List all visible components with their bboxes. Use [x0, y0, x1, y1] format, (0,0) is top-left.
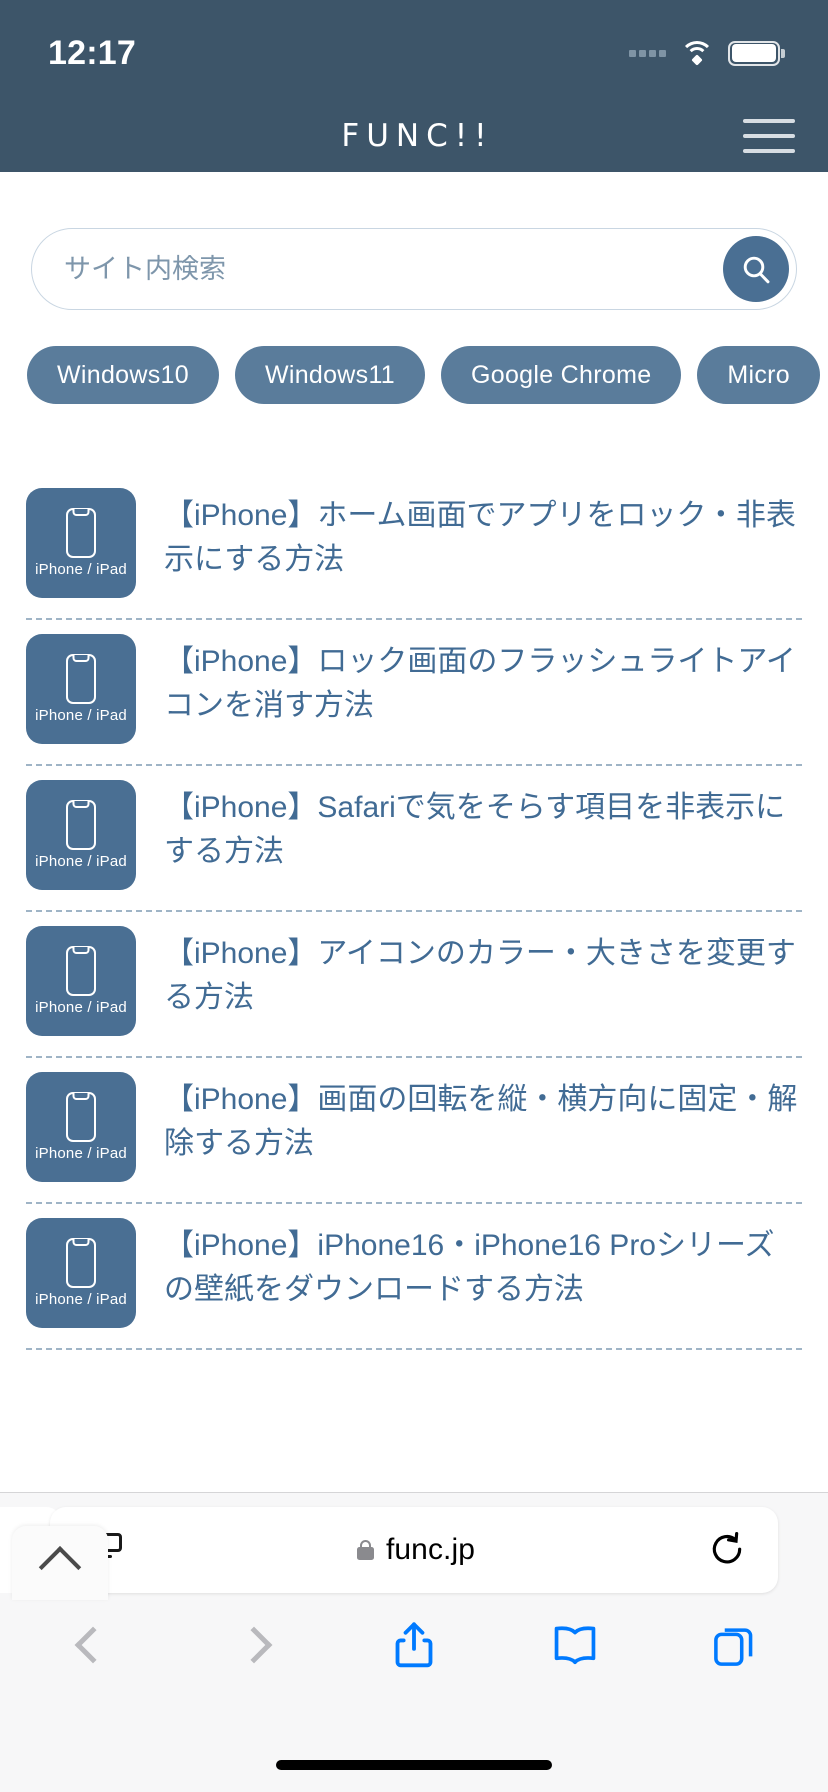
- article-list-item[interactable]: iPhone / iPad 【iPhone】画面の回転を縦・横方向に固定・解除す…: [26, 1058, 802, 1204]
- safari-toolbar: [0, 1585, 828, 1705]
- iphone-icon: [66, 800, 96, 850]
- iphone-icon: [66, 1092, 96, 1142]
- article-thumbnail: iPhone / iPad: [26, 1072, 136, 1182]
- site-logo[interactable]: FUNC!!: [334, 118, 493, 154]
- article-title[interactable]: 【iPhone】アイコンのカラー・大きさを変更する方法: [164, 926, 802, 1021]
- page-content: Windows10 Windows11 Google Chrome Micro …: [0, 172, 828, 1350]
- share-button[interactable]: [379, 1610, 449, 1680]
- status-bar-time: 12:17: [48, 33, 136, 72]
- article-category-label: iPhone / iPad: [35, 1145, 127, 1162]
- site-header: FUNC!!: [0, 100, 828, 172]
- tag-chip-microsoft[interactable]: Micro: [697, 346, 821, 404]
- tabs-icon: [714, 1628, 753, 1666]
- battery-icon: [728, 40, 785, 66]
- article-category-label: iPhone / iPad: [35, 707, 127, 724]
- tag-chip-google-chrome[interactable]: Google Chrome: [441, 346, 682, 404]
- article-list-item[interactable]: iPhone / iPad 【iPhone】iPhone16・iPhone16 …: [26, 1204, 802, 1350]
- article-category-label: iPhone / iPad: [35, 999, 127, 1016]
- article-thumbnail: iPhone / iPad: [26, 926, 136, 1036]
- article-list-item[interactable]: iPhone / iPad 【iPhone】Safariで気をそらす項目を非表示…: [26, 766, 802, 912]
- scroll-to-top-button[interactable]: [12, 1526, 108, 1600]
- wifi-icon: [680, 40, 714, 66]
- chevron-left-icon: [74, 1626, 112, 1664]
- chevron-right-icon: [235, 1626, 272, 1664]
- article-list-item[interactable]: iPhone / iPad 【iPhone】アイコンのカラー・大きさを変更する方…: [26, 912, 802, 1058]
- search-box: [31, 228, 797, 310]
- iphone-icon: [66, 654, 96, 704]
- article-category-label: iPhone / iPad: [35, 1291, 127, 1308]
- home-indicator: [276, 1760, 552, 1770]
- article-title[interactable]: 【iPhone】画面の回転を縦・横方向に固定・解除する方法: [164, 1072, 802, 1167]
- tag-chip-list[interactable]: Windows10 Windows11 Google Chrome Micro: [0, 310, 828, 404]
- url-display: func.jp: [356, 1533, 476, 1567]
- article-title[interactable]: 【iPhone】ロック画面のフラッシュライトアイコンを消す方法: [164, 634, 802, 729]
- search-icon: [743, 256, 770, 284]
- back-button[interactable]: [58, 1610, 128, 1680]
- status-bar: 12:17: [0, 0, 828, 100]
- article-category-label: iPhone / iPad: [35, 853, 127, 870]
- share-icon: [395, 1622, 433, 1668]
- signal-dots-icon: [629, 49, 666, 57]
- forward-button[interactable]: [219, 1610, 289, 1680]
- article-thumbnail: iPhone / iPad: [26, 1218, 136, 1328]
- status-bar-indicators: [629, 40, 785, 66]
- url-text: func.jp: [385, 1533, 476, 1566]
- article-title[interactable]: 【iPhone】Safariで気をそらす項目を非表示にする方法: [164, 780, 802, 875]
- article-category-label: iPhone / iPad: [35, 561, 127, 578]
- article-title[interactable]: 【iPhone】ホーム画面でアプリをロック・非表示にする方法: [164, 488, 802, 583]
- iphone-icon: [66, 508, 96, 558]
- iphone-icon: [66, 1238, 96, 1288]
- url-address-bar[interactable]: func.jp: [50, 1507, 778, 1593]
- bookmarks-book-icon: [554, 1626, 595, 1665]
- article-title[interactable]: 【iPhone】iPhone16・iPhone16 Proシリーズの壁紙をダウン…: [164, 1218, 802, 1313]
- search-section: [0, 172, 828, 310]
- search-input[interactable]: [32, 253, 796, 285]
- iphone-icon: [66, 946, 96, 996]
- article-list-item[interactable]: iPhone / iPad 【iPhone】ロック画面のフラッシュライトアイコン…: [26, 620, 802, 766]
- lock-icon: [356, 1540, 374, 1560]
- chevron-up-icon: [38, 1546, 82, 1589]
- search-submit-button[interactable]: [723, 236, 789, 302]
- article-list-item[interactable]: iPhone / iPad 【iPhone】ホーム画面でアプリをロック・非表示に…: [26, 488, 802, 620]
- article-thumbnail: iPhone / iPad: [26, 634, 136, 744]
- tag-chip-windows10[interactable]: Windows10: [27, 346, 219, 404]
- hamburger-menu-icon[interactable]: [743, 119, 795, 153]
- article-thumbnail: iPhone / iPad: [26, 488, 136, 598]
- safari-tab-strip: func.jp: [0, 1493, 828, 1593]
- article-list: iPhone / iPad 【iPhone】ホーム画面でアプリをロック・非表示に…: [0, 488, 828, 1350]
- article-thumbnail: iPhone / iPad: [26, 780, 136, 890]
- bookmarks-button[interactable]: [540, 1610, 610, 1680]
- tag-chip-windows11[interactable]: Windows11: [234, 346, 426, 404]
- tabs-button[interactable]: [700, 1610, 770, 1680]
- reload-icon[interactable]: [708, 1531, 746, 1569]
- safari-browser-chrome: func.jp: [0, 1492, 828, 1792]
